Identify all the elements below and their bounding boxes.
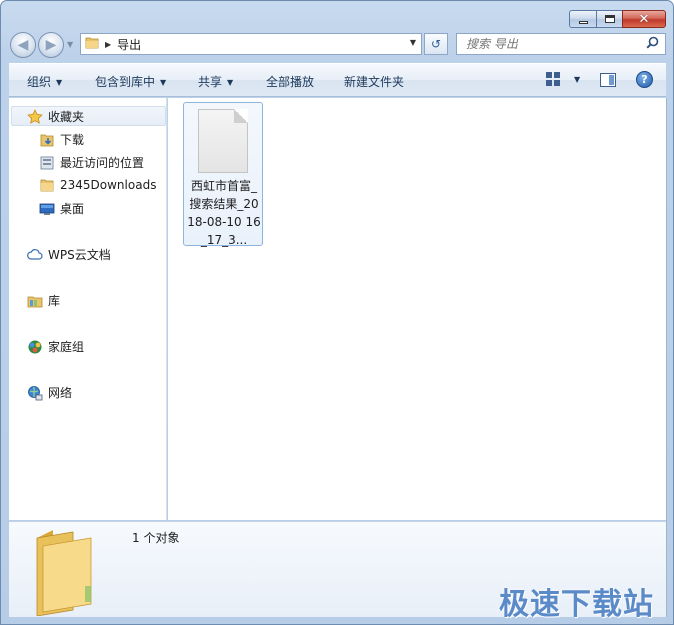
- change-view-button[interactable]: ▼: [546, 72, 580, 86]
- sidebar-item-label: 桌面: [60, 202, 85, 216]
- refresh-icon: ↺: [430, 37, 442, 51]
- view-grid-icon: [546, 72, 560, 86]
- sidebar-item-favorites[interactable]: 收藏夹: [27, 108, 84, 125]
- address-dropdown-icon[interactable]: ▼: [410, 38, 416, 47]
- file-list[interactable]: 西虹市首富_搜索结果_2018-08-10 16_17_3...: [168, 98, 666, 520]
- recent-pages-dropdown[interactable]: ▼: [67, 40, 73, 49]
- homegroup-icon: [27, 339, 43, 355]
- share-menu[interactable]: 共享 ▼: [198, 73, 233, 90]
- preview-pane-button[interactable]: [600, 73, 616, 87]
- sidebar-item-homegroup[interactable]: 家庭组: [27, 338, 84, 355]
- sidebar-item-label: 2345Downloads: [60, 178, 157, 192]
- explorer-window: ✕ ◀ ▶ ▼ ▶ 导出 ▼ ↺ 组织 ▼ 包含到库中 ▼ 共享 ▼ 全部播放 新建文…: [0, 0, 674, 625]
- address-bar[interactable]: ▶ 导出 ▼: [80, 33, 422, 55]
- divider: [666, 98, 667, 617]
- breadcrumb-current[interactable]: 导出: [117, 36, 141, 53]
- sidebar-item-label: 网络: [48, 386, 73, 400]
- chevron-down-icon: ▼: [227, 78, 234, 87]
- folder-icon: [85, 36, 99, 52]
- organize-label: 组织: [27, 75, 52, 89]
- maximize-button[interactable]: [596, 10, 622, 28]
- text-document-icon: [198, 109, 248, 173]
- play-all-button[interactable]: 全部播放: [266, 73, 314, 90]
- sidebar-item-downloads[interactable]: 下载: [39, 131, 84, 148]
- star-icon: [27, 108, 43, 125]
- share-label: 共享: [198, 75, 223, 89]
- sidebar-item-desktop[interactable]: 桌面: [39, 200, 84, 217]
- back-button[interactable]: ◀: [10, 32, 36, 58]
- details-pane: 1 个对象 极速下载站: [9, 521, 666, 622]
- sidebar-item-label: WPS云文档: [48, 248, 111, 262]
- minimize-icon: [578, 20, 588, 24]
- folder-icon: [39, 177, 55, 193]
- sidebar-item-label: 家庭组: [48, 340, 85, 354]
- large-folder-icon: [33, 526, 99, 617]
- minimize-button[interactable]: [569, 10, 596, 28]
- close-icon: ✕: [638, 11, 650, 27]
- file-name: 西虹市首富_搜索结果_2018-08-10 16_17_3...: [187, 179, 261, 247]
- sidebar-item-label: 下载: [60, 133, 85, 147]
- chevron-down-icon: ▼: [160, 78, 167, 87]
- new-folder-button[interactable]: 新建文件夹: [344, 73, 404, 90]
- back-arrow-icon: ◀: [17, 37, 29, 53]
- refresh-button[interactable]: ↺: [424, 33, 448, 55]
- search-box[interactable]: [456, 33, 666, 55]
- sidebar-item-2345downloads[interactable]: 2345Downloads: [39, 177, 156, 193]
- search-icon[interactable]: [646, 36, 659, 53]
- sidebar-item-label: 库: [48, 294, 61, 308]
- cloud-icon: [27, 247, 43, 263]
- navigation-pane: 收藏夹 下载 最近访问的位置 2345Downloads 桌面 WPS云文档 库: [9, 98, 167, 520]
- sidebar-item-label: 收藏夹: [48, 110, 85, 124]
- caption-buttons: ✕: [569, 10, 666, 28]
- recent-places-icon: [39, 155, 55, 171]
- desktop-icon: [39, 201, 55, 217]
- sidebar-item-network[interactable]: 网络: [27, 384, 72, 401]
- forward-arrow-icon: ▶: [45, 37, 57, 53]
- file-item[interactable]: 西虹市首富_搜索结果_2018-08-10 16_17_3...: [183, 102, 263, 247]
- item-count: 1 个对象: [132, 531, 180, 545]
- close-button[interactable]: ✕: [622, 10, 666, 28]
- sidebar-item-libraries[interactable]: 库: [27, 292, 60, 309]
- command-bar: 组织 ▼ 包含到库中 ▼ 共享 ▼ 全部播放 新建文件夹 ▼ ?: [9, 63, 666, 97]
- forward-button[interactable]: ▶: [38, 32, 64, 58]
- library-icon: [27, 293, 43, 309]
- help-icon[interactable]: ?: [636, 71, 653, 88]
- watermark-logo: 极速下载站: [499, 587, 654, 622]
- breadcrumb-separator-icon[interactable]: ▶: [105, 40, 111, 49]
- chevron-down-icon: ▼: [574, 74, 581, 84]
- organize-menu[interactable]: 组织 ▼: [27, 73, 62, 90]
- search-input[interactable]: [466, 37, 646, 51]
- maximize-icon: [604, 15, 615, 23]
- download-folder-icon: [39, 132, 55, 148]
- sidebar-item-label: 最近访问的位置: [60, 156, 145, 170]
- include-library-label: 包含到库中: [95, 75, 156, 89]
- include-in-library-menu[interactable]: 包含到库中 ▼: [95, 73, 166, 90]
- chevron-down-icon: ▼: [56, 78, 63, 87]
- sidebar-item-recent[interactable]: 最近访问的位置: [39, 154, 144, 171]
- sidebar-item-wps-cloud[interactable]: WPS云文档: [27, 246, 111, 263]
- network-icon: [27, 385, 43, 401]
